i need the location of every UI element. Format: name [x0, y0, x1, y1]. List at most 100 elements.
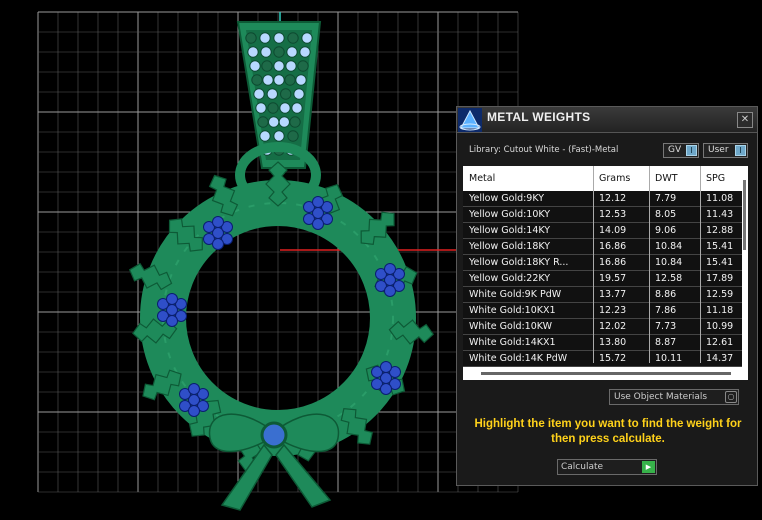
- gem-stone: [166, 315, 178, 327]
- close-icon: ✕: [740, 114, 750, 125]
- metal-cell: White Gold:14KX1: [469, 337, 556, 348]
- gem-stone: [212, 216, 224, 228]
- pave-stone: [261, 60, 273, 72]
- metal-cell: White Gold:9K PdW: [469, 289, 562, 300]
- gem-stone: [312, 196, 324, 208]
- pave-stone: [259, 130, 271, 142]
- close-button[interactable]: ✕: [737, 112, 753, 128]
- gem-stone: [384, 263, 396, 275]
- pave-stone: [285, 60, 297, 72]
- metal-cell: Yellow Gold:22KY: [469, 273, 551, 284]
- pave-stone: [273, 46, 285, 58]
- spg-cell: 14.37: [706, 353, 734, 364]
- gem-stone: [380, 383, 392, 395]
- dwt-cell: 8.86: [655, 289, 677, 300]
- pave-stone: [297, 60, 309, 72]
- dwt-cell: 7.86: [655, 305, 677, 316]
- gem-stone: [188, 383, 200, 395]
- grams-cell: 16.86: [599, 241, 627, 252]
- dwt-cell: 10.84: [655, 257, 683, 268]
- pave-stone: [266, 88, 278, 100]
- metal-cell: White Gold:10KW: [469, 321, 553, 332]
- metal-cell: Yellow Gold:18KY R...: [469, 257, 569, 268]
- pave-stone: [260, 46, 272, 58]
- use-object-materials-label: Use Object Materials: [614, 392, 708, 402]
- metal-cell: White Gold:10KX1: [469, 305, 556, 316]
- horizontal-scrollbar[interactable]: [481, 372, 731, 375]
- dwt-cell: 10.11: [655, 353, 683, 364]
- spg-cell: 15.41: [706, 241, 734, 252]
- pave-stone: [273, 130, 285, 142]
- pave-stone: [262, 74, 274, 86]
- dwt-cell: 8.05: [655, 209, 677, 220]
- panel-title: METAL WEIGHTS: [487, 110, 591, 124]
- spg-cell: 12.88: [706, 225, 734, 236]
- metal-cell: Yellow Gold:18KY: [469, 241, 551, 252]
- user-toggle[interactable]: User I: [703, 143, 748, 158]
- pave-stone: [287, 130, 299, 142]
- pave-stone: [268, 116, 280, 128]
- metal-weights-table[interactable]: Metal Grams DWT SPG Yellow Gold:9KY 12.12…: [463, 166, 748, 380]
- column-header-metal[interactable]: Metal: [469, 173, 495, 184]
- spg-cell: 11.08: [706, 193, 734, 204]
- gem-stone: [312, 218, 324, 230]
- bow-center-gem: [260, 421, 288, 449]
- column-header-spg[interactable]: SPG: [706, 173, 725, 184]
- grams-cell: 13.80: [599, 337, 627, 348]
- gv-toggle[interactable]: GV I: [663, 143, 699, 158]
- radio-icon: ○: [725, 391, 737, 403]
- dwt-cell: 9.06: [655, 225, 677, 236]
- metal-cell: Yellow Gold:9KY: [469, 193, 545, 204]
- gem-stone: [380, 361, 392, 373]
- column-divider: [593, 166, 594, 363]
- pave-stone: [273, 60, 285, 72]
- spg-cell: 10.99: [706, 321, 734, 332]
- column-header-dwt[interactable]: DWT: [655, 173, 678, 184]
- metal-cell: Yellow Gold:10KY: [469, 209, 551, 220]
- toggle-switch-icon: I: [686, 145, 697, 156]
- pave-stone: [299, 46, 311, 58]
- library-label: Library: Cutout White - (Fast)-Metal: [469, 145, 619, 155]
- spg-cell: 17.89: [706, 273, 734, 284]
- pave-stone: [267, 102, 279, 114]
- dwt-cell: 7.79: [655, 193, 677, 204]
- pave-stone: [286, 46, 298, 58]
- grams-cell: 12.02: [599, 321, 627, 332]
- pave-stone: [287, 32, 299, 44]
- pave-stone: [289, 116, 301, 128]
- grams-cell: 12.23: [599, 305, 627, 316]
- pave-stone: [293, 88, 305, 100]
- dwt-cell: 12.58: [655, 273, 683, 284]
- pave-stone: [245, 32, 257, 44]
- pave-stone: [284, 74, 296, 86]
- pave-stone: [280, 88, 292, 100]
- toggle-switch-icon: I: [735, 145, 746, 156]
- calculate-button[interactable]: Calculate ▶: [557, 459, 657, 475]
- grams-cell: 12.12: [599, 193, 627, 204]
- pave-stone: [295, 74, 307, 86]
- pave-stone: [273, 74, 285, 86]
- pave-stone: [255, 102, 267, 114]
- column-header-grams[interactable]: Grams: [599, 173, 630, 184]
- grams-cell: 19.57: [599, 273, 627, 284]
- app-logo-icon: [458, 108, 482, 132]
- calculate-label: Calculate: [561, 462, 604, 472]
- pave-stone: [259, 32, 271, 44]
- spg-cell: 11.43: [706, 209, 734, 220]
- use-object-materials-dropdown[interactable]: Use Object Materials ○: [609, 389, 739, 405]
- user-toggle-label: User: [708, 145, 729, 155]
- grams-cell: 16.86: [599, 257, 627, 268]
- gem-stone: [166, 293, 178, 305]
- vertical-scrollbar[interactable]: [743, 180, 746, 250]
- pave-stone: [273, 32, 285, 44]
- pave-stone: [278, 116, 290, 128]
- pave-stone: [279, 102, 291, 114]
- pave-stone: [247, 46, 259, 58]
- panel-titlebar[interactable]: METAL WEIGHTS ✕: [457, 107, 757, 133]
- pave-stone: [249, 60, 261, 72]
- grams-cell: 13.77: [599, 289, 627, 300]
- pave-stone: [257, 116, 269, 128]
- instruction-text: Highlight the item you want to find the …: [474, 418, 742, 445]
- gv-toggle-label: GV: [668, 145, 682, 155]
- column-divider: [700, 166, 701, 363]
